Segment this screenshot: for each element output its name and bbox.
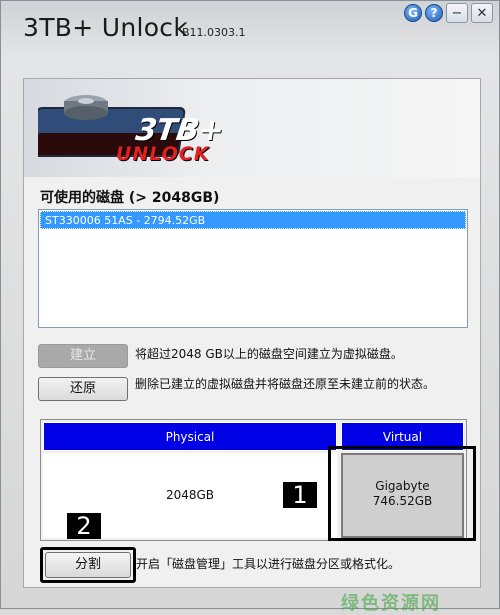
annotation-marker-1: 1: [283, 482, 317, 508]
list-item[interactable]: ST330006 51AS - 2794.52GB: [40, 211, 466, 229]
annotation-box-1: [328, 446, 476, 541]
logo-subtext: UNLOCK: [116, 143, 210, 165]
annotation-marker-2: 2: [67, 513, 101, 539]
help-icon[interactable]: ?: [425, 4, 443, 22]
split-button[interactable]: 分割: [45, 552, 131, 578]
disk-list-label: 可使用的磁盘 (> 2048GB): [40, 190, 220, 206]
watermark: 绿色资源网: [341, 593, 441, 614]
restore-button[interactable]: 还原: [38, 377, 128, 401]
restore-description: 删除已建立的虚拟磁盘并将磁盘还原至未建立前的状态。: [135, 377, 436, 391]
create-description: 将超过2048 GB以上的磁盘空间建立为虚拟磁盘。: [135, 347, 403, 361]
gigabyte-logo-icon[interactable]: G: [404, 4, 422, 22]
physical-header: Physical: [43, 422, 337, 451]
logo-banner: 3TB+ UNLOCK: [24, 79, 480, 177]
window-title: 3TB+ Unlock: [23, 13, 189, 42]
app-window: 3TB+ Unlock B11.0303.1 G ? − ✕ 3TB+ UNLO…: [0, 0, 500, 614]
split-description: 开启「磁盘管理」工具以进行磁盘分区或格式化。: [136, 557, 401, 571]
minimize-button[interactable]: −: [446, 3, 468, 23]
close-button[interactable]: ✕: [471, 3, 493, 23]
create-button[interactable]: 建立: [38, 344, 128, 368]
disk-list[interactable]: ST330006 51AS - 2794.52GB: [38, 209, 468, 328]
split-button-frame: 分割: [40, 547, 136, 583]
caption-buttons: G ? − ✕: [404, 3, 493, 23]
build-version: B11.0303.1: [182, 26, 246, 39]
